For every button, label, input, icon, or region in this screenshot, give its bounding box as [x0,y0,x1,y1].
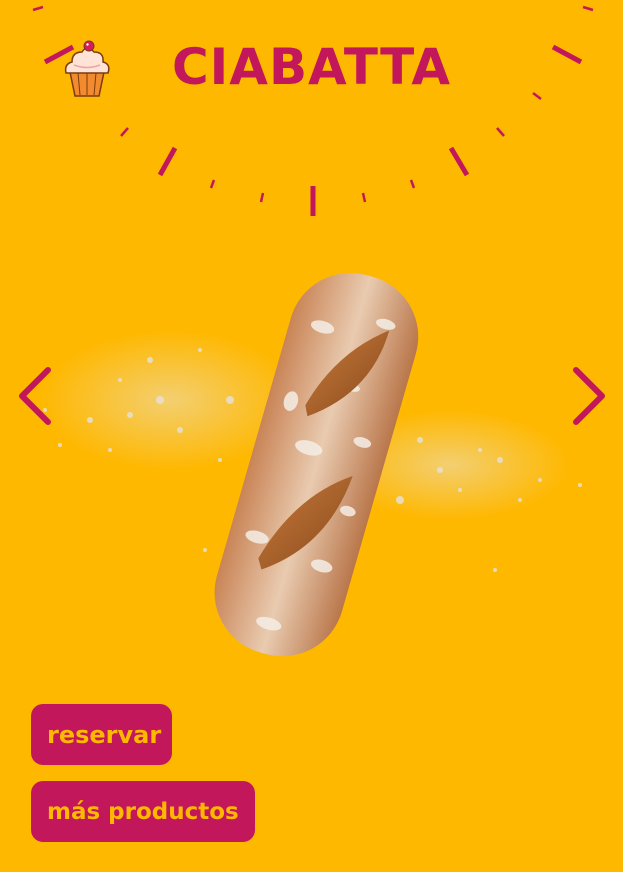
reserve-button[interactable]: reservar [31,704,172,765]
product-title: CIABATTA [171,38,452,96]
more-products-button[interactable]: más productos [31,781,255,842]
chevron-right-icon[interactable] [568,364,610,428]
product-page: CIABATTA reservar más productos [0,0,623,872]
chevron-left-icon[interactable] [14,364,56,428]
ciabatta-bread-image [40,272,582,657]
